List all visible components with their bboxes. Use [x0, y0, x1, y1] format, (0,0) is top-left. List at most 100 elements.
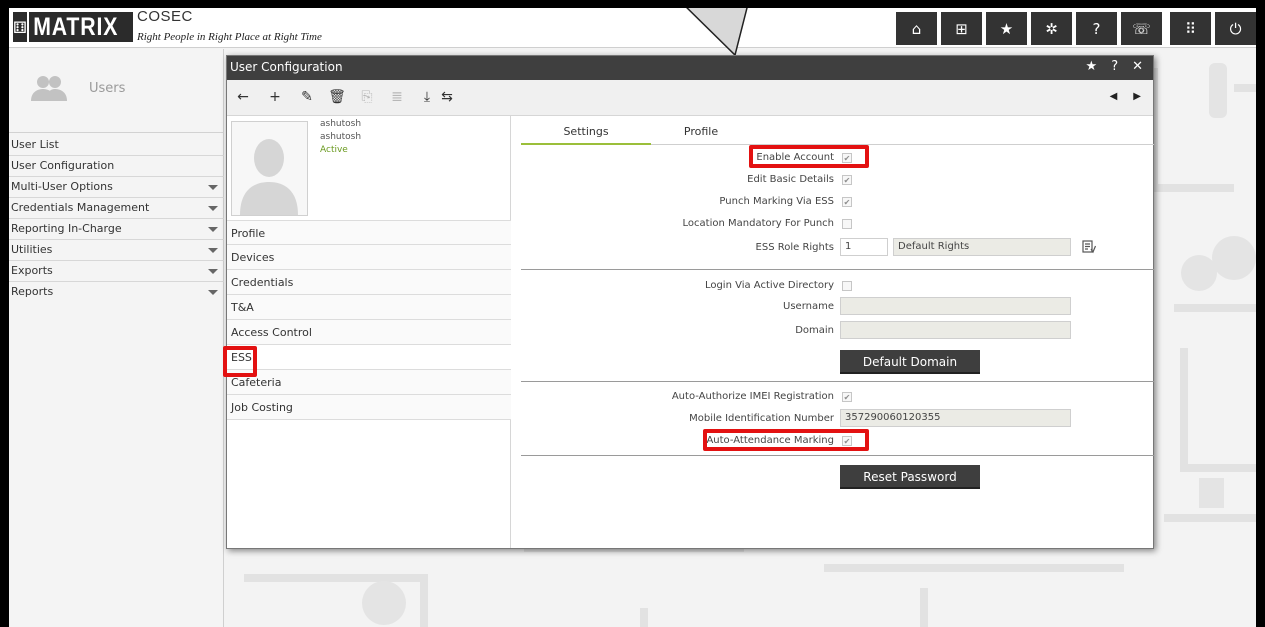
sidebar-item-user-configuration[interactable]: User Configuration	[9, 156, 224, 177]
user-status: Active	[320, 145, 348, 155]
next-record-icon[interactable]: ▶	[1133, 91, 1141, 102]
domain-field[interactable]	[840, 321, 1071, 339]
close-icon[interactable]: ✕	[1132, 59, 1143, 74]
phone-icon[interactable]: ☏	[1121, 12, 1162, 45]
app-window: ⚅ MATRIX COSEC Right People in Right Pla…	[9, 8, 1256, 627]
username-label: Username	[783, 301, 834, 312]
mobile-id-number-label: Mobile Identification Number	[689, 413, 834, 424]
nav-access-control[interactable]: Access Control	[227, 320, 511, 345]
edit-basic-details-checkbox[interactable]: ✔	[842, 175, 852, 185]
enable-account-highlight	[749, 145, 869, 168]
home-icon[interactable]: ⌂	[896, 12, 937, 45]
edit-basic-details-label: Edit Basic Details	[747, 174, 834, 185]
record-navigation: ◀ ▶	[1110, 91, 1141, 102]
sidebar-item-credentials-management[interactable]: Credentials Management	[9, 198, 224, 219]
previous-record-icon[interactable]: ◀	[1110, 91, 1118, 102]
grid-icon[interactable]: ⊞	[941, 12, 982, 45]
sidebar-item-label: Credentials Management	[11, 201, 150, 214]
chevron-down-icon	[208, 227, 218, 232]
chevron-down-icon	[208, 269, 218, 274]
sidebar-item-utilities[interactable]: Utilities	[9, 240, 224, 261]
sidebar-header: Users	[9, 49, 224, 133]
nav-devices[interactable]: Devices	[227, 245, 511, 270]
top-header: ⚅ MATRIX COSEC Right People in Right Pla…	[9, 8, 1256, 48]
punch-marking-ess-label: Punch Marking Via ESS	[719, 196, 834, 207]
help-icon[interactable]: ?	[1111, 59, 1118, 74]
delete-icon[interactable]: 🗑	[327, 89, 347, 105]
help-icon[interactable]: ?	[1076, 12, 1117, 45]
chevron-down-icon	[208, 248, 218, 253]
back-arrow-icon[interactable]: ←	[233, 89, 253, 105]
nav-cafeteria[interactable]: Cafeteria	[227, 370, 511, 395]
sidebar-item-label: Exports	[11, 264, 53, 277]
chevron-down-icon	[208, 185, 218, 190]
user-id: ashutosh	[320, 132, 362, 142]
edit-icon[interactable]: ✎	[297, 89, 317, 105]
default-domain-button[interactable]: Default Domain	[840, 350, 980, 374]
sidebar-item-label: User List	[11, 138, 59, 151]
dialog-toolbar: ← + ✎ 🗑 ⎘ ≣ ⤓ ⇆ ◀ ▶	[227, 80, 1153, 116]
sidebar-item-label: Reporting In-Charge	[11, 222, 122, 235]
reset-password-button[interactable]: Reset Password	[840, 465, 980, 489]
auto-attendance-highlight	[703, 429, 869, 451]
refresh-icon[interactable]: ⇆	[437, 89, 457, 105]
ess-highlight	[223, 346, 257, 377]
chevron-down-icon	[208, 206, 218, 211]
location-mandatory-checkbox[interactable]	[842, 219, 852, 229]
ess-role-rights-name: Default Rights	[893, 238, 1071, 256]
power-icon[interactable]: ⏻	[1215, 12, 1256, 45]
section-divider	[521, 269, 1154, 270]
clear-icon[interactable]: ≣	[387, 89, 407, 105]
punch-marking-ess-checkbox[interactable]: ✔	[842, 197, 852, 207]
username-field[interactable]	[840, 297, 1071, 315]
lookup-list-icon[interactable]	[1082, 240, 1096, 254]
ess-role-rights-label: ESS Role Rights	[755, 242, 834, 253]
product-name: COSEC	[137, 8, 193, 25]
avatar	[231, 121, 308, 216]
section-divider	[521, 455, 1154, 456]
sidebar-title: Users	[89, 81, 126, 96]
sidebar-item-label: User Configuration	[11, 159, 115, 172]
tab-bar: Settings Profile	[521, 120, 1154, 145]
sidebar-item-reporting-in-charge[interactable]: Reporting In-Charge	[9, 219, 224, 240]
download-icon[interactable]: ⤓	[417, 89, 437, 105]
login-active-directory-checkbox[interactable]	[842, 281, 852, 291]
ess-role-rights-input[interactable]: 1	[840, 238, 888, 256]
tagline: Right People in Right Place at Right Tim…	[137, 31, 322, 43]
nav-credentials[interactable]: Credentials	[227, 270, 511, 295]
tab-profile[interactable]: Profile	[651, 120, 751, 145]
nav-profile[interactable]: Profile	[227, 220, 511, 245]
sidebar-item-exports[interactable]: Exports	[9, 261, 224, 282]
sidebar-item-label: Utilities	[11, 243, 53, 256]
sidebar-item-user-list[interactable]: User List	[9, 135, 224, 156]
user-name: ashutosh	[320, 119, 362, 129]
matrix-logo: ⚅ MATRIX	[13, 12, 133, 42]
user-configuration-dialog: User Configuration ★ ? ✕ ← + ✎ 🗑 ⎘ ≣ ⤓ ⇆…	[223, 55, 1154, 549]
sidebar: Users User List User Configuration Multi…	[9, 49, 224, 627]
user-silhouette-icon	[240, 139, 298, 215]
location-mandatory-label: Location Mandatory For Punch	[682, 218, 834, 229]
dialog-title: User Configuration	[230, 60, 343, 74]
sidebar-item-reports[interactable]: Reports	[9, 282, 224, 303]
favorite-star-icon[interactable]: ★	[1086, 59, 1098, 74]
nav-ta[interactable]: T&A	[227, 295, 511, 320]
section-divider	[521, 381, 1154, 382]
apps-icon[interactable]: ⠿	[1170, 12, 1211, 45]
nav-job-costing[interactable]: Job Costing	[227, 395, 511, 420]
sidebar-item-multi-user-options[interactable]: Multi-User Options	[9, 177, 224, 198]
star-icon[interactable]: ★	[986, 12, 1027, 45]
gear-icon[interactable]: ✲	[1031, 12, 1072, 45]
auto-authorize-imei-label: Auto-Authorize IMEI Registration	[671, 391, 834, 402]
add-icon[interactable]: +	[265, 89, 285, 105]
nav-ess[interactable]: ESS	[227, 345, 511, 370]
dialog-titlebar: User Configuration ★ ? ✕	[227, 56, 1153, 80]
save-icon[interactable]: ⎘	[357, 89, 377, 105]
settings-panel: Settings Profile Enable Account ✔ Edit B…	[521, 120, 1154, 548]
auto-authorize-imei-checkbox[interactable]: ✔	[842, 392, 852, 402]
chevron-down-icon	[208, 290, 218, 295]
mobile-id-number-field[interactable]: 357290060120355	[840, 409, 1071, 427]
dialog-title-icons: ★ ? ✕	[1086, 59, 1143, 74]
user-panel: ashutosh ashutosh Active Profile Devices…	[223, 116, 511, 548]
tab-settings[interactable]: Settings	[521, 120, 651, 145]
logo-text: MATRIX	[33, 12, 119, 41]
